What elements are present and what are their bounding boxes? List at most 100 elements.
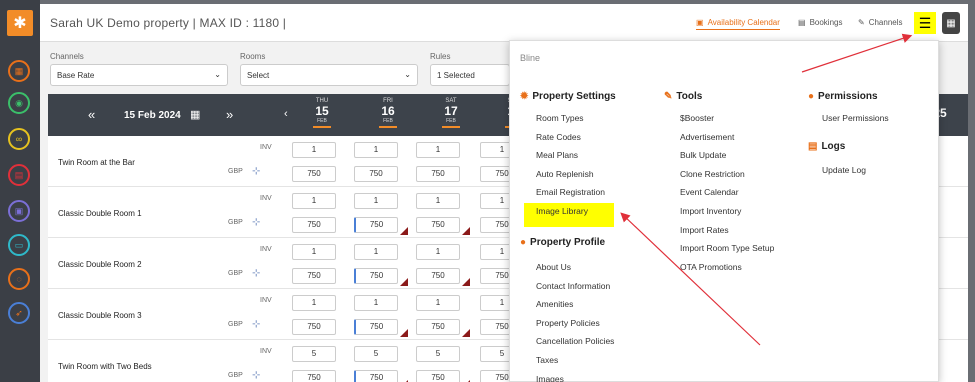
link-icon[interactable]: ∞ [8,128,30,150]
menu-item-booster[interactable]: $Booster [680,113,714,123]
monitor-icon[interactable]: ▭ [8,234,30,256]
day-number: 17 [444,104,458,118]
menu-item-import-inventory[interactable]: Import Inventory [680,206,741,216]
chat-icon[interactable]: ◌ [8,268,30,290]
menu-item-cancellation-policies[interactable]: Cancellation Policies [536,336,614,346]
menu-item-email-registration[interactable]: Email Registration [536,187,605,197]
nav-channels[interactable]: ✎ Channels [858,18,903,27]
rate-cell[interactable]: 750 [354,370,398,382]
property-settings-heading: ✹ Property Settings [520,91,616,102]
bag-icon[interactable]: ◉ [8,92,30,114]
menu-item-advertisement[interactable]: Advertisement [680,132,734,142]
menu-item-images[interactable]: Images [536,374,564,382]
rate-cell[interactable]: 750 [416,319,460,335]
menu-item-contact-information[interactable]: Contact Information [536,281,610,291]
gear-icon: ✹ [520,91,529,102]
menu-item-amenities[interactable]: Amenities [536,299,573,309]
menu-item-meal-plans[interactable]: Meal Plans [536,150,578,160]
rate-split-icon[interactable]: ⊹ [252,319,260,330]
menu-item-auto-replenish[interactable]: Auto Replenish [536,169,594,179]
rate-split-icon[interactable]: ⊹ [252,166,260,177]
logs-label: Logs [821,141,846,152]
menu-item-room-types[interactable]: Room Types [536,113,584,123]
currency-label: GBP [228,219,243,226]
inventory-cell[interactable]: 1 [292,244,336,260]
inventory-cell[interactable]: 1 [416,193,460,209]
property-title: Sarah UK Demo property | MAX ID : 1180 | [50,16,287,30]
rate-cell[interactable]: 750 [354,217,398,233]
room-name: Twin Room at the Bar [58,158,135,167]
menu-item-update-log[interactable]: Update Log [822,165,866,175]
menu-item-event-calendar[interactable]: Event Calendar [680,187,739,197]
day-column: SAT 17 FEB [423,98,479,128]
report-icon[interactable]: ▤ [8,164,30,186]
inventory-cell[interactable]: 1 [292,142,336,158]
rooms-value: Select [247,71,270,80]
calendar-icon[interactable]: ▦ [8,60,30,82]
rate-cell[interactable]: 750 [416,370,460,382]
main-dropdown-menu: Bline ✹ Property Settings Room Types Rate… [509,40,939,382]
rate-cell[interactable]: 750 [416,217,460,233]
currency-label: GBP [228,270,243,277]
menu-item-bulk-update[interactable]: Bulk Update [680,150,726,160]
rate-split-icon[interactable]: ⊹ [252,370,260,381]
rate-cell[interactable]: 750 [292,166,336,182]
rocket-icon[interactable]: ➶ [8,302,30,324]
nav-bookings[interactable]: ▤ Bookings [798,18,842,27]
rate-cell[interactable]: 750 [416,166,460,182]
user-icon: ● [520,237,527,248]
rate-cell[interactable]: 750 [354,166,398,182]
inventory-cell[interactable]: 5 [292,346,336,362]
inventory-cell[interactable]: 1 [354,142,398,158]
menu-item-user-permissions[interactable]: User Permissions [822,113,889,123]
menu-item-property-policies[interactable]: Property Policies [536,318,600,328]
menu-item-ota-promotions[interactable]: OTA Promotions [680,262,742,272]
inventory-cell[interactable]: 1 [354,244,398,260]
day-column: FRI 16 FEB [360,98,416,128]
rate-cell[interactable]: 750 [354,319,398,335]
inventory-cell[interactable]: 1 [292,193,336,209]
logs-heading: ▤ Logs [808,141,845,152]
rate-split-icon[interactable]: ⊹ [252,217,260,228]
wrench-icon: ✎ [664,91,673,102]
restriction-marker [462,278,470,286]
menu-item-import-rates[interactable]: Import Rates [680,225,729,235]
rate-cell[interactable]: 750 [354,268,398,284]
rate-cell[interactable]: 750 [416,268,460,284]
hamburger-menu-button[interactable]: ☰ [914,12,936,34]
inventory-cell[interactable]: 1 [292,295,336,311]
inventory-cell[interactable]: 1 [354,193,398,209]
inventory-cell[interactable]: 1 [416,142,460,158]
next-date-icon[interactable]: » [226,107,233,122]
app-logo[interactable]: ✱ [7,10,33,36]
menu-item-image-library[interactable]: Image Library [536,206,588,216]
inventory-cell[interactable]: 1 [354,295,398,311]
document-icon: ▤ [808,141,818,152]
channels-select[interactable]: Base Rate ⌄ [50,64,228,86]
menu-item-import-room-type-setup[interactable]: Import Room Type Setup [680,243,774,253]
menu-item-clone-restriction[interactable]: Clone Restriction [680,169,745,179]
inventory-cell[interactable]: 1 [416,295,460,311]
settings-button[interactable]: ▦ [942,12,960,34]
menu-item-rate-codes[interactable]: Rate Codes [536,132,581,142]
rooms-select[interactable]: Select ⌄ [240,64,418,86]
rate-cell[interactable]: 750 [292,217,336,233]
nav-availability-calendar[interactable]: ▣ Availability Calendar [696,18,780,30]
date-picker-icon[interactable]: ▦ [190,108,200,121]
inventory-cell[interactable]: 1 [416,244,460,260]
inventory-cell[interactable]: 5 [416,346,460,362]
previous-date-icon[interactable]: « [88,107,95,122]
menu-item-about-us[interactable]: About Us [536,262,571,272]
scroll-left-icon[interactable]: ‹ [284,108,288,120]
channels-label: Channels [50,52,84,61]
rate-split-icon[interactable]: ⊹ [252,268,260,279]
rate-icon[interactable]: ▣ [8,200,30,222]
rate-cell[interactable]: 750 [292,370,336,382]
rate-cell[interactable]: 750 [292,319,336,335]
rooms-label: Rooms [240,52,266,61]
menu-item-taxes[interactable]: Taxes [536,355,558,365]
rules-select[interactable]: 1 Selected [430,64,510,86]
rate-cell[interactable]: 750 [292,268,336,284]
settings-icon: ▦ [946,17,956,29]
inventory-cell[interactable]: 5 [354,346,398,362]
